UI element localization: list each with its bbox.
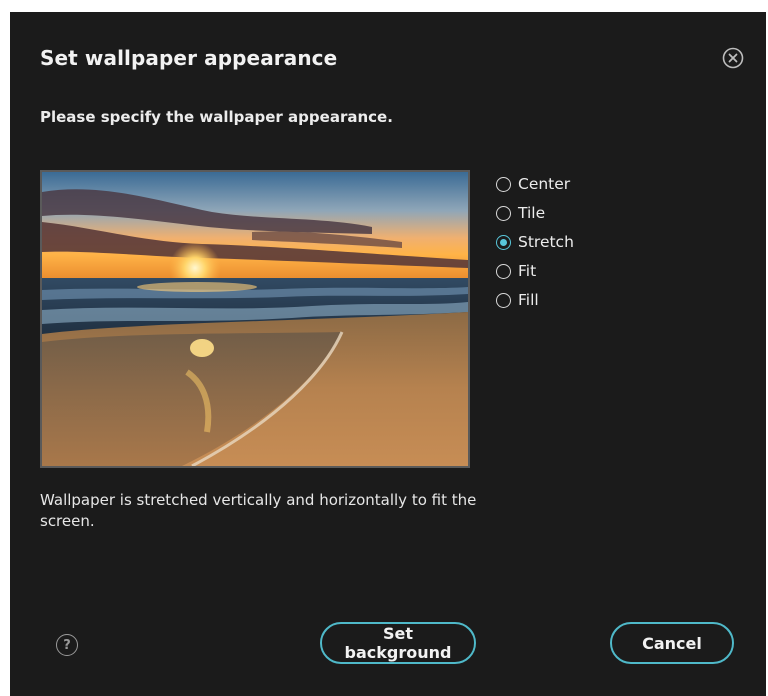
option-center[interactable]: Center bbox=[496, 173, 574, 195]
wallpaper-preview bbox=[40, 170, 470, 468]
radio-fit[interactable] bbox=[496, 263, 511, 279]
option-stretch[interactable]: Stretch bbox=[496, 231, 574, 253]
appearance-description: Wallpaper is stretched vertically and ho… bbox=[40, 491, 477, 530]
option-fit[interactable]: Fit bbox=[496, 260, 574, 282]
option-label: Center bbox=[518, 175, 571, 193]
option-label: Stretch bbox=[518, 233, 574, 251]
radio-fill[interactable] bbox=[496, 292, 511, 308]
close-icon[interactable] bbox=[722, 47, 744, 69]
option-label: Fill bbox=[518, 291, 539, 309]
help-icon[interactable]: ? bbox=[56, 634, 78, 656]
dialog-title: Set wallpaper appearance bbox=[40, 46, 338, 70]
wallpaper-dialog: Set wallpaper appearance Please specify … bbox=[10, 12, 766, 696]
appearance-options: Center Tile Stretch Fit Fill bbox=[496, 173, 574, 311]
dialog-subtitle: Please specify the wallpaper appearance. bbox=[40, 108, 393, 126]
radio-stretch[interactable] bbox=[496, 234, 511, 250]
radio-tile[interactable] bbox=[496, 205, 511, 221]
radio-center[interactable] bbox=[496, 176, 511, 192]
option-label: Fit bbox=[518, 262, 537, 280]
option-fill[interactable]: Fill bbox=[496, 289, 574, 311]
cancel-button[interactable]: Cancel bbox=[610, 622, 734, 664]
set-background-button[interactable]: Set background bbox=[320, 622, 476, 664]
option-tile[interactable]: Tile bbox=[496, 202, 574, 224]
option-label: Tile bbox=[518, 204, 546, 222]
